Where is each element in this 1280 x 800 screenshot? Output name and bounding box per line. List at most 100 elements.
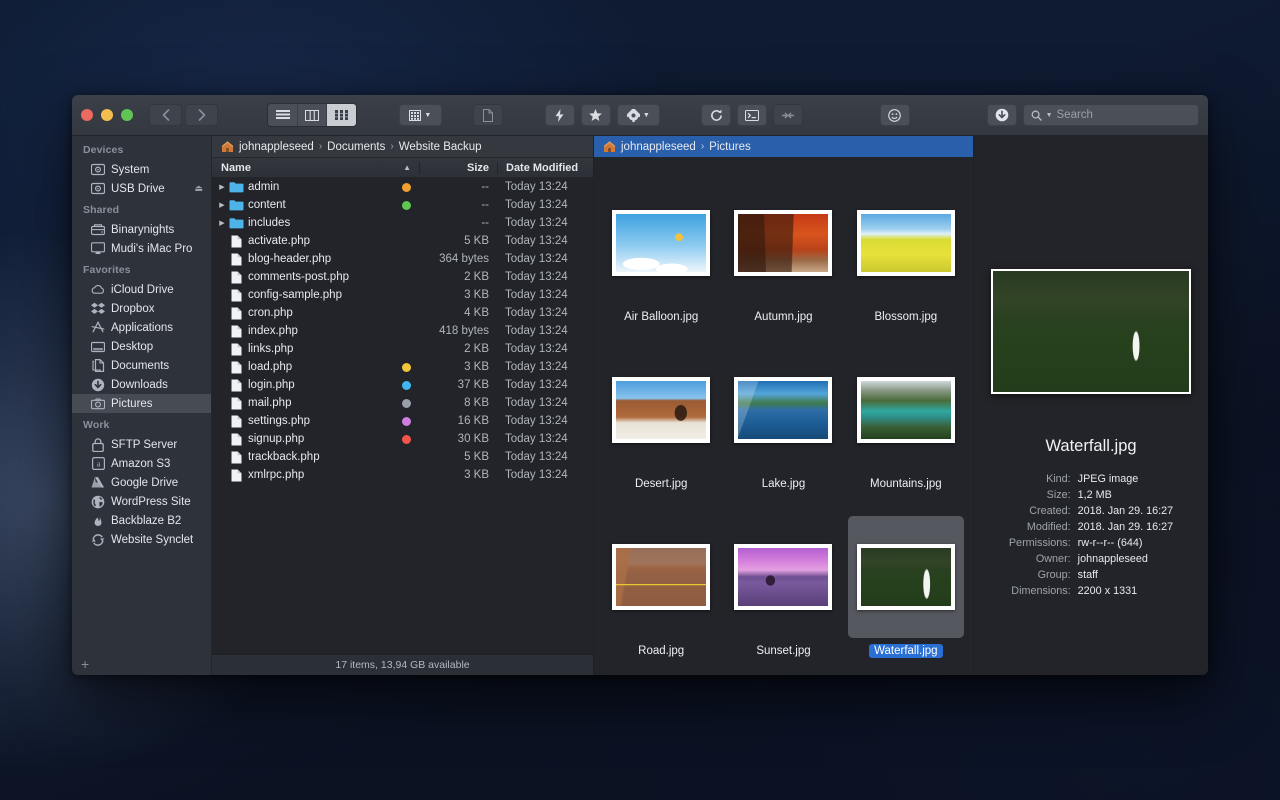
sidebar-item-usb-drive[interactable]: USB Drive⏏ <box>72 179 211 198</box>
minimize-button[interactable] <box>101 109 113 121</box>
grid-item-thumbnail <box>734 544 832 610</box>
sidebar-item-label: Binarynights <box>111 224 174 236</box>
forward-button[interactable] <box>185 104 218 126</box>
file-row[interactable]: comments-post.php2 KBToday 13:24 <box>212 268 593 286</box>
sidebar-item-sftp-server[interactable]: SFTP Server <box>72 435 211 454</box>
terminal-button[interactable] <box>737 104 767 126</box>
list-breadcrumb-crumb[interactable]: Website Backup <box>399 141 482 153</box>
applications-icon <box>91 321 105 335</box>
grid-item[interactable]: Desert.jpg <box>600 341 722 508</box>
disclosure-triangle-icon[interactable]: ▶ <box>212 183 228 191</box>
close-button[interactable] <box>81 109 93 121</box>
sidebar-item-mudi-s-imac-pro[interactable]: Mudi's iMac Pro <box>72 239 211 258</box>
grid-item[interactable]: Mountains.jpg <box>845 341 967 508</box>
file-row[interactable]: mail.php8 KBToday 13:24 <box>212 394 593 412</box>
emoji-button[interactable] <box>880 104 910 126</box>
search-scope-chevron-icon[interactable]: ▼ <box>1046 112 1053 119</box>
grid-breadcrumb[interactable]: johnappleseed›Pictures <box>594 136 973 158</box>
sync-button[interactable] <box>701 104 731 126</box>
sidebar-item-label: Backblaze B2 <box>111 515 181 527</box>
sidebar-item-system[interactable]: System <box>72 160 211 179</box>
file-date: Today 13:24 <box>497 181 593 193</box>
download-button[interactable] <box>987 104 1017 126</box>
grid-item[interactable]: Air Balloon.jpg <box>600 174 722 341</box>
sidebar-sections: DevicesSystemUSB Drive⏏SharedBinarynight… <box>72 143 211 653</box>
sidebar-item-backblaze-b2[interactable]: Backblaze B2 <box>72 511 211 530</box>
file-row[interactable]: links.php2 KBToday 13:24 <box>212 340 593 358</box>
file-row[interactable]: config-sample.php3 KBToday 13:24 <box>212 286 593 304</box>
sidebar-item-google-drive[interactable]: Google Drive <box>72 473 211 492</box>
file-row[interactable]: xmlrpc.php3 KBToday 13:24 <box>212 466 593 484</box>
file-date: Today 13:24 <box>497 253 593 265</box>
grid-breadcrumb-crumb[interactable]: johnappleseed <box>621 141 696 153</box>
new-file-button[interactable] <box>473 104 503 126</box>
list-view-button[interactable] <box>268 104 297 126</box>
sidebar-item-icloud-drive[interactable]: iCloud Drive <box>72 280 211 299</box>
eject-icon[interactable]: ⏏ <box>194 183 203 194</box>
sidebar-item-wordpress-site[interactable]: WordPress Site <box>72 492 211 511</box>
sidebar-add-button[interactable]: + <box>72 653 211 675</box>
list-pane: johnappleseed›Documents›Website Backup N… <box>212 136 594 675</box>
file-row[interactable]: blog-header.php364 bytesToday 13:24 <box>212 250 593 268</box>
grid-item[interactable]: Sunset.jpg <box>722 508 844 675</box>
file-date: Today 13:24 <box>497 235 593 247</box>
sidebar-item-applications[interactable]: Applications <box>72 318 211 337</box>
file-row[interactable]: ▶content--Today 13:24 <box>212 196 593 214</box>
sidebar-item-desktop[interactable]: Desktop <box>72 337 211 356</box>
sidebar-item-label: Desktop <box>111 341 153 353</box>
documents-icon <box>91 359 105 373</box>
grid-item[interactable]: Road.jpg <box>600 508 722 675</box>
file-row[interactable]: load.php3 KBToday 13:24 <box>212 358 593 376</box>
back-button[interactable] <box>149 104 182 126</box>
search-field[interactable]: ▼ Search <box>1023 104 1199 126</box>
grid-view-button[interactable] <box>327 104 356 126</box>
sidebar-item-pictures[interactable]: Pictures <box>72 394 211 413</box>
grid-item[interactable]: Blossom.jpg <box>845 174 967 341</box>
file-name: comments-post.php <box>245 271 393 283</box>
file-row[interactable]: cron.php4 KBToday 13:24 <box>212 304 593 322</box>
favorite-button[interactable] <box>581 104 611 126</box>
list-breadcrumb[interactable]: johnappleseed›Documents›Website Backup <box>212 136 593 158</box>
settings-button[interactable]: ▼ <box>617 104 660 126</box>
grid-item[interactable]: Autumn.jpg <box>722 174 844 341</box>
file-row[interactable]: trackback.php5 KBToday 13:24 <box>212 448 593 466</box>
file-icon <box>228 343 245 356</box>
file-row[interactable]: signup.php30 KBToday 13:24 <box>212 430 593 448</box>
sidebar-item-downloads[interactable]: Downloads <box>72 375 211 394</box>
column-header-size[interactable]: Size <box>419 162 497 174</box>
quick-action-button[interactable] <box>545 104 575 126</box>
file-row[interactable]: index.php418 bytesToday 13:24 <box>212 322 593 340</box>
file-row[interactable]: settings.php16 KBToday 13:24 <box>212 412 593 430</box>
file-row[interactable]: ▶includes--Today 13:24 <box>212 214 593 232</box>
sidebar-item-website-synclet[interactable]: Website Synclet <box>72 530 211 549</box>
grid-item[interactable]: Lake.jpg <box>722 341 844 508</box>
list-breadcrumb-crumb[interactable]: johnappleseed <box>239 141 314 153</box>
list-breadcrumb-crumb[interactable]: Documents <box>327 141 385 153</box>
file-row[interactable]: ▶admin--Today 13:24 <box>212 178 593 196</box>
tag-dot <box>402 183 411 192</box>
zoom-button[interactable] <box>121 109 133 121</box>
file-row[interactable]: activate.php5 KBToday 13:24 <box>212 232 593 250</box>
icon-grid[interactable]: Air Balloon.jpgAutumn.jpgBlossom.jpg Dese… <box>594 158 973 675</box>
folder-icon <box>228 199 245 211</box>
search-icon <box>1031 110 1042 121</box>
sidebar-item-binarynights[interactable]: Binarynights <box>72 220 211 239</box>
file-list[interactable]: ▶admin--Today 13:24▶content--Today 13:24… <box>212 178 593 654</box>
grid-item[interactable]: Waterfall.jpg <box>845 508 967 675</box>
grid-breadcrumb-crumb[interactable]: Pictures <box>709 141 751 153</box>
column-header-name[interactable]: Name ▲ <box>212 162 419 174</box>
disclosure-triangle-icon[interactable]: ▶ <box>212 201 228 209</box>
file-name: content <box>245 199 393 211</box>
column-header-date[interactable]: Date Modified <box>497 162 593 174</box>
sidebar: DevicesSystemUSB Drive⏏SharedBinarynight… <box>72 136 212 675</box>
disclosure-triangle-icon[interactable]: ▶ <box>212 219 228 227</box>
file-row[interactable]: login.php37 KBToday 13:24 <box>212 376 593 394</box>
sidebar-item-amazon-s3[interactable]: aAmazon S3 <box>72 454 211 473</box>
sidebar-item-dropbox[interactable]: Dropbox <box>72 299 211 318</box>
compare-button[interactable] <box>773 104 803 126</box>
preview-image-art <box>993 271 1189 392</box>
file-name: load.php <box>245 361 393 373</box>
column-view-button[interactable] <box>298 104 327 126</box>
sidebar-item-documents[interactable]: Documents <box>72 356 211 375</box>
arrange-button[interactable]: ▼ <box>399 104 442 126</box>
